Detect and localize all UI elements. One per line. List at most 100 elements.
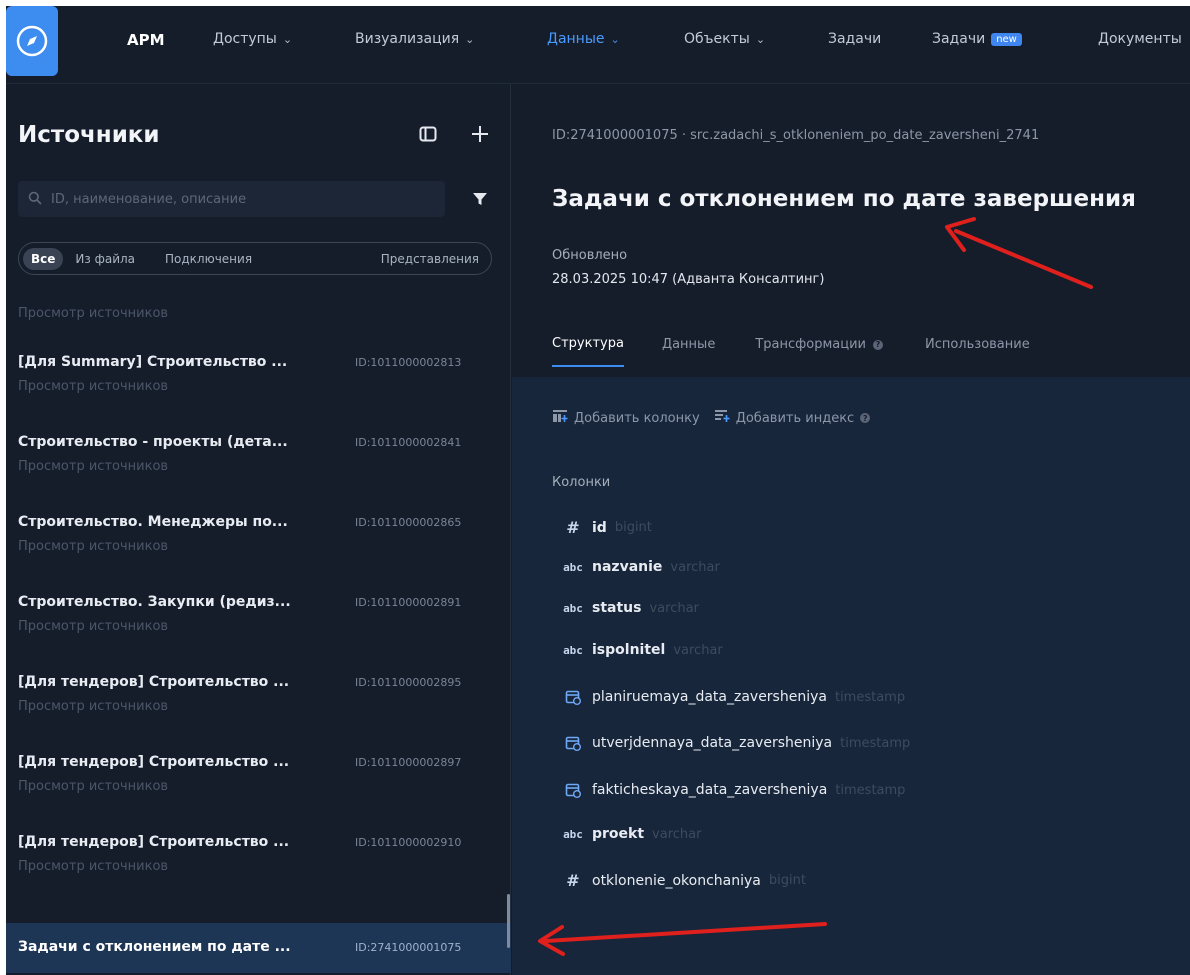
sidebar-scrollbar[interactable] <box>507 894 510 948</box>
column-name: planiruemaya_data_zaversheniya <box>592 689 827 705</box>
tabs: Структура Данные Трансформации ? Использ… <box>552 336 1030 367</box>
column-name: otklonenie_okonchaniya <box>592 872 761 889</box>
structure-panel: Добавить колонку Добавить индекс ? Колон… <box>512 377 1190 975</box>
search-input[interactable] <box>49 190 429 208</box>
nav-data-label: Данные <box>547 31 605 47</box>
hash-icon: # <box>566 871 580 890</box>
segment-connections[interactable]: Подключения <box>157 248 260 270</box>
list-item[interactable]: [Для тендеров] Строительство ... ID:1011… <box>6 826 511 906</box>
list-item[interactable]: [Для Summary] Строительство ... ID:10110… <box>6 346 511 426</box>
column-row[interactable]: abc ispolnitel varchar <box>562 642 723 658</box>
column-type: bigint <box>614 520 652 535</box>
source-id: ID:1011000002841 <box>355 436 462 449</box>
source-name: Строительство. Закупки (редиз... <box>18 594 291 610</box>
tab-label: Данные <box>661 337 716 352</box>
column-row[interactable]: # otklonenie_okonchaniya bigint <box>562 871 806 890</box>
nav-data[interactable]: Данные ⌄ <box>547 31 620 47</box>
filter-funnel-icon[interactable] <box>468 187 492 211</box>
list-item[interactable]: Строительство. Менеджеры по... ID:101100… <box>6 506 511 586</box>
list-item[interactable]: [Для тендеров] Строительство ... ID:1011… <box>6 746 511 826</box>
app-window: АРМ Доступы ⌄ Визуализация ⌄ Данные ⌄ Об… <box>6 6 1190 975</box>
list-item-subtitle: Просмотр источников <box>18 539 169 554</box>
nav-brand-label: АРМ <box>127 31 165 49</box>
list-item-subtitle: Просмотр источников <box>18 859 169 874</box>
column-name: id <box>592 519 607 536</box>
column-name: status <box>592 600 642 616</box>
add-column-label: Добавить колонку <box>574 410 700 426</box>
panel-toggle-icon[interactable] <box>414 120 442 148</box>
segment-from-file[interactable]: Из файла <box>67 248 143 270</box>
column-type: varchar <box>652 826 702 842</box>
tab-transformations[interactable]: Трансформации ? <box>755 336 883 367</box>
nav-documents[interactable]: Документы <box>1098 31 1182 47</box>
nav-brand[interactable]: АРМ <box>127 31 165 49</box>
list-item-subtitle: Просмотр источников <box>18 306 169 321</box>
column-type: varchar <box>670 559 720 575</box>
segment-all[interactable]: Все <box>23 247 64 270</box>
column-type: timestamp <box>840 735 911 751</box>
source-type-filter: Все Из файла Подключения Представления <box>18 242 492 275</box>
calendar-icon <box>562 689 584 705</box>
add-column-button[interactable]: Добавить колонку <box>552 409 700 427</box>
list-item[interactable]: Строительство - проекты (дета... ID:1011… <box>6 426 511 506</box>
list-item-selected[interactable]: Задачи с отклонением по дате ... ID:2741… <box>6 923 511 973</box>
source-name: [Для Summary] Строительство ... <box>18 354 288 370</box>
nav-objects[interactable]: Объекты ⌄ <box>684 31 765 47</box>
source-id: ID:2741000001075 <box>355 941 462 954</box>
tab-data[interactable]: Данные <box>662 336 715 367</box>
column-row[interactable]: abc status varchar <box>562 600 699 616</box>
new-badge: new <box>991 32 1022 46</box>
nav-visualization-label: Визуализация <box>355 31 460 47</box>
column-row[interactable]: abc proekt varchar <box>562 826 701 842</box>
updated-value: 28.03.2025 10:47 (Адванта Консалтинг) <box>552 272 825 287</box>
calendar-icon <box>562 782 584 798</box>
add-index-button[interactable]: Добавить индекс ? <box>714 409 871 427</box>
nav-tasks-new[interactable]: Задачи new <box>932 31 1022 47</box>
abc-icon: abc <box>563 827 583 841</box>
column-row[interactable]: abc nazvanie varchar <box>562 559 720 575</box>
source-name: Задачи с отклонением по дате ... <box>18 939 291 955</box>
chevron-down-icon: ⌄ <box>282 32 293 46</box>
tab-structure[interactable]: Структура <box>552 336 624 367</box>
column-row[interactable]: # id bigint <box>562 518 652 537</box>
source-details: ID:2741000001075 · src.zadachi_s_otklone… <box>512 84 1190 975</box>
source-id: ID:1011000002897 <box>355 756 462 769</box>
search-icon <box>28 190 42 209</box>
column-name: utverjdennaya_data_zaversheniya <box>592 735 833 751</box>
column-row[interactable]: utverjdennaya_data_zaversheniya timestam… <box>562 735 910 751</box>
nav-tasks-label: Задачи <box>828 31 882 47</box>
source-id: ID:1011000002891 <box>355 596 462 609</box>
segment-views[interactable]: Представления <box>373 248 487 270</box>
source-id: ID:1011000002813 <box>355 356 462 369</box>
source-name: [Для тендеров] Строительство ... <box>18 754 290 770</box>
help-icon[interactable]: ? <box>860 413 871 423</box>
nav-tasks[interactable]: Задачи <box>828 31 881 47</box>
nav-visualization[interactable]: Визуализация ⌄ <box>355 31 474 47</box>
source-name: Строительство. Менеджеры по... <box>18 514 288 530</box>
column-row[interactable]: planiruemaya_data_zaversheniya timestamp <box>562 689 905 705</box>
structure-actions: Добавить колонку Добавить индекс ? <box>552 409 871 427</box>
tab-usage[interactable]: Использование <box>925 336 1030 367</box>
search-field[interactable] <box>18 181 445 217</box>
column-type: varchar <box>673 642 723 658</box>
source-name: Строительство - проекты (дета... <box>18 434 288 450</box>
column-row[interactable]: fakticheskaya_data_zaversheniya timestam… <box>562 782 905 798</box>
nav-objects-label: Объекты <box>684 31 750 47</box>
sidebar-title: Источники <box>18 122 160 148</box>
columns-heading: Колонки <box>552 475 611 490</box>
nav-access-label: Доступы <box>213 31 277 47</box>
nav-access[interactable]: Доступы ⌄ <box>213 31 292 47</box>
list-item-subtitle: Просмотр источников <box>18 779 169 794</box>
help-icon[interactable]: ? <box>872 339 883 350</box>
compass-logo-icon[interactable] <box>6 6 58 76</box>
list-item[interactable]: Строительство. Закупки (редиз... ID:1011… <box>6 586 511 666</box>
list-item-subtitle: Просмотр источников <box>18 379 169 394</box>
add-source-plus-icon[interactable] <box>466 120 494 148</box>
column-name: ispolnitel <box>592 642 666 658</box>
column-type: varchar <box>649 600 699 616</box>
list-item[interactable]: [Для тендеров] Строительство ... ID:1011… <box>6 666 511 746</box>
column-name: proekt <box>592 826 645 842</box>
calendar-icon <box>562 735 584 751</box>
column-type: timestamp <box>835 782 906 798</box>
source-id: ID:1011000002895 <box>355 676 462 689</box>
